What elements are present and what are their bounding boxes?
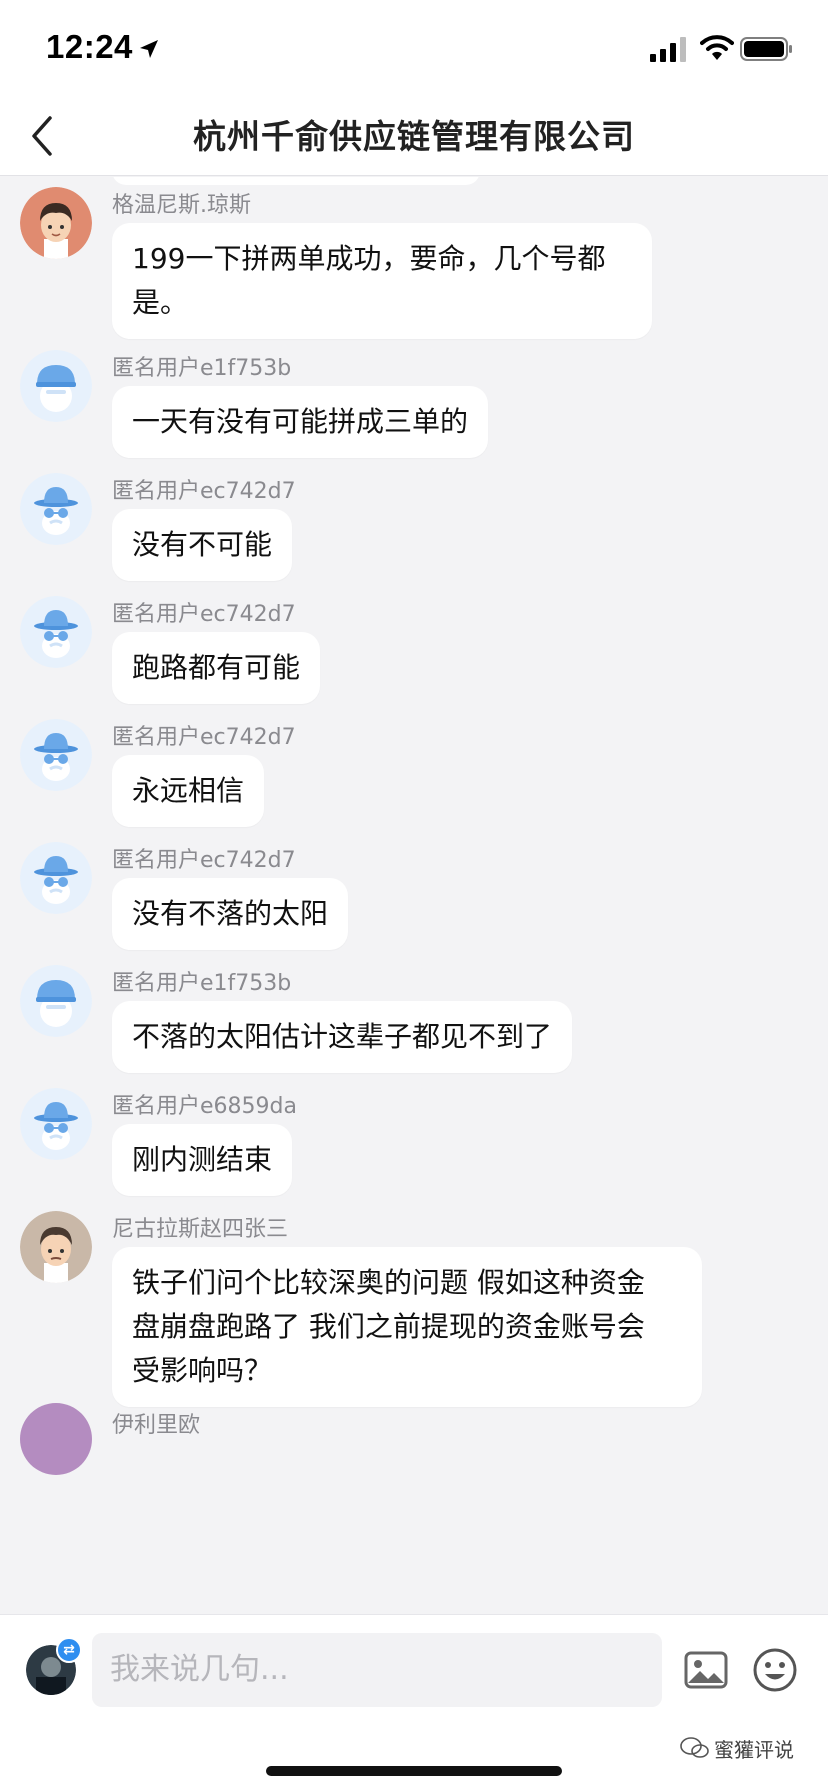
message-bubble[interactable]: 刚内测结束 xyxy=(112,1124,293,1196)
user-avatar[interactable] xyxy=(20,965,92,1037)
user-avatar[interactable] xyxy=(20,1403,92,1475)
user-avatar[interactable] xyxy=(20,473,92,545)
anonymous-hat-avatar-icon xyxy=(20,719,92,791)
anonymous-cap-avatar-icon xyxy=(20,965,92,1037)
message-bubble[interactable]: 一天有没有可能拼成三单的 xyxy=(112,386,489,458)
emoji-icon[interactable] xyxy=(752,1647,798,1693)
anonymous-hat-avatar-icon xyxy=(20,473,92,545)
message-text: 铁子们问个比较深奥的问题 假如这种资金 xyxy=(132,1266,645,1299)
user-avatar[interactable] xyxy=(20,350,92,422)
back-button[interactable] xyxy=(20,108,70,164)
message-text: 没有不可能 xyxy=(132,528,273,561)
anonymous-hat-avatar-icon xyxy=(20,842,92,914)
user-avatar[interactable] xyxy=(20,719,92,791)
username[interactable]: 格温尼斯.琼斯 xyxy=(112,187,251,219)
username[interactable]: 匿名用户ec742d7 xyxy=(112,473,296,505)
watermark-text: 蜜獾评说 xyxy=(714,1738,794,1762)
status-time: 12:24 xyxy=(46,28,133,65)
username[interactable]: 伊利里欧 xyxy=(112,1407,200,1439)
username[interactable]: 匿名用户ec742d7 xyxy=(112,719,296,751)
username[interactable]: 匿名用户ec742d7 xyxy=(112,596,296,628)
message-text: 跑路都有可能 xyxy=(132,651,301,684)
username[interactable]: 匿名用户e6859da xyxy=(112,1088,297,1120)
message-bubble[interactable]: 永远相信 xyxy=(112,755,265,827)
message-text: 199一下拼两单成功，要命，几个号都 xyxy=(132,242,606,275)
user-avatar[interactable] xyxy=(20,596,92,668)
message-text: 不落的太阳估计这辈子都见不到了 xyxy=(132,1020,553,1053)
message-input[interactable] xyxy=(92,1633,662,1707)
message-text: 永远相信 xyxy=(132,774,245,807)
message-bubble[interactable]: 没有不落的太阳 xyxy=(112,878,349,950)
page-title: 杭州千俞供应链管理有限公司 xyxy=(193,117,635,156)
navigation-bar: 杭州千俞供应链管理有限公司 xyxy=(0,96,828,176)
male-cartoon-avatar-icon xyxy=(20,1211,92,1283)
male-cartoon-avatar-icon xyxy=(20,187,92,259)
username[interactable]: 尼古拉斯赵四张三 xyxy=(112,1211,288,1243)
battery-icon xyxy=(740,37,792,61)
switch-identity-icon[interactable]: ⇄ xyxy=(56,1637,82,1663)
chevron-left-icon xyxy=(32,116,52,156)
username[interactable]: 匿名用户e1f753b xyxy=(112,965,291,997)
message-bubble[interactable]: 没有不可能 xyxy=(112,509,293,581)
wifi-icon xyxy=(700,35,734,60)
chat-message-list[interactable]: 格温尼斯.琼斯 199一下拼两单成功，要命，几个号都 是。 匿名用户e1f753… xyxy=(0,177,828,1614)
message-text: 是。 xyxy=(132,286,189,319)
anonymous-hat-avatar-icon xyxy=(20,596,92,668)
cellular-signal-icon xyxy=(650,37,686,62)
message-text: 受影响吗？ xyxy=(132,1354,273,1387)
user-avatar[interactable] xyxy=(20,842,92,914)
message-bubble[interactable]: 跑路都有可能 xyxy=(112,632,321,704)
username[interactable]: 匿名用户e1f753b xyxy=(112,350,291,382)
image-picker-icon[interactable] xyxy=(684,1649,728,1691)
message-bubble[interactable]: 199一下拼两单成功，要命，几个号都 是。 xyxy=(112,223,652,339)
anonymous-cap-avatar-icon xyxy=(20,350,92,422)
user-avatar[interactable] xyxy=(20,1211,92,1283)
anonymous-hat-avatar-icon xyxy=(20,1088,92,1160)
message-bubble-partial xyxy=(112,177,480,185)
home-indicator xyxy=(266,1766,562,1776)
user-avatar[interactable] xyxy=(20,1088,92,1160)
message-text: 没有不落的太阳 xyxy=(132,897,329,930)
message-text: 盘崩盘跑路了 我们之前提现的资金账号会 xyxy=(132,1310,645,1343)
wechat-logo-icon xyxy=(680,1737,709,1758)
status-bar: 12:24 xyxy=(0,0,828,96)
message-text: 一天有没有可能拼成三单的 xyxy=(132,405,469,438)
user-avatar[interactable] xyxy=(20,187,92,259)
message-bubble[interactable]: 不落的太阳估计这辈子都见不到了 xyxy=(112,1001,573,1073)
message-text: 刚内测结束 xyxy=(132,1143,273,1176)
username[interactable]: 匿名用户ec742d7 xyxy=(112,842,296,874)
location-arrow-icon xyxy=(140,40,158,58)
message-bubble[interactable]: 铁子们问个比较深奥的问题 假如这种资金 盘崩盘跑路了 我们之前提现的资金账号会 … xyxy=(112,1247,702,1407)
